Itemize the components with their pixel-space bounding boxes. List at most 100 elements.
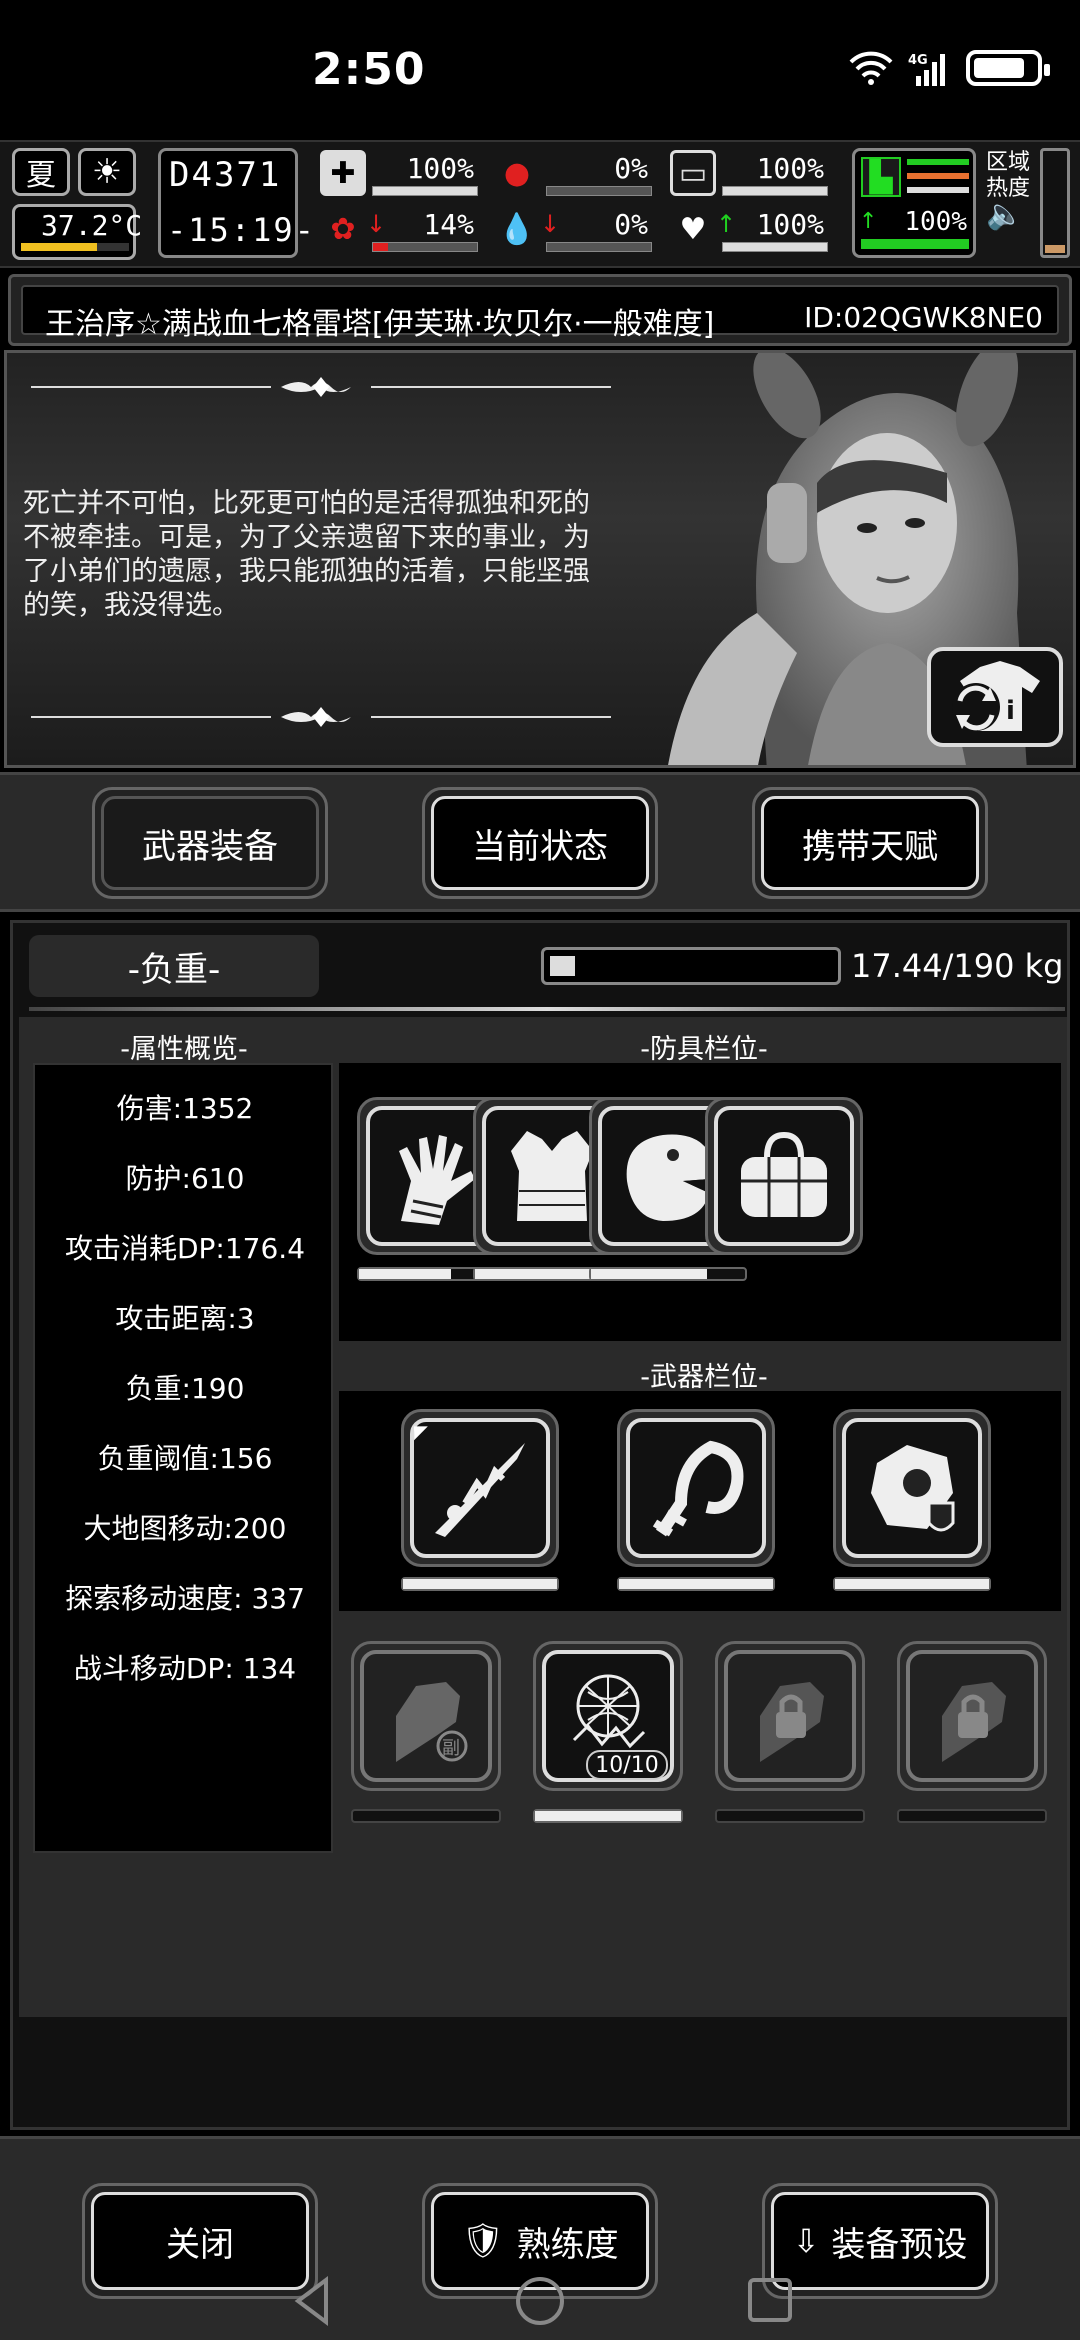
stamina-panel[interactable]: ▙ ↑ 100% (852, 148, 976, 258)
attr-map-move: 大地图移动:200 (83, 1512, 287, 1545)
weapon-slot-3[interactable] (833, 1409, 991, 1567)
bleeding-stat[interactable]: 💧 ↓ 0% (494, 206, 654, 256)
footer-actions: 关闭 🛡 熟练度 ⇩ 装备预设 (0, 2136, 1080, 2340)
spear-icon (435, 1443, 525, 1537)
close-button[interactable]: 关闭 (82, 2183, 318, 2299)
net-durability-bar (533, 1809, 683, 1823)
section-tabs: 武器装备 当前状态 携带天赋 (0, 772, 1080, 912)
game-screen: { "status_bar": {"time": "2:50", "networ… (0, 0, 1080, 2340)
outfit-swap-icon: i (952, 661, 1040, 731)
svg-text:i: i (1006, 696, 1015, 726)
svg-text:副: 副 (442, 1738, 460, 1759)
offhand-fist-icon: 副 (396, 1682, 468, 1762)
status-bar: 2:50 4G (0, 0, 1080, 140)
temperature-gauge: 37.2°C (12, 204, 142, 260)
proficiency-button[interactable]: 🛡 熟练度 (422, 2183, 658, 2299)
game-time: -15:19- (167, 211, 316, 249)
attributes-header: -属性概览- (120, 1034, 248, 1065)
weapon-slot-1[interactable]: ◤ (401, 1409, 559, 1567)
weapons-header: -武器栏位- (640, 1362, 768, 1393)
character-title: 王治序☆满战血七格雷塔[伊芙琳·坎贝尔·一般难度] (45, 307, 715, 342)
weapon-slots: ◤ (339, 1391, 1061, 1611)
stomach-icon: ● (503, 155, 531, 191)
attr-explore-speed: 探索移动速度: 337 (65, 1582, 305, 1615)
armor-durability-bar (589, 1267, 747, 1281)
attr-weight-threshold: 负重阈值:156 (97, 1442, 273, 1475)
sun-icon: ☀ (78, 148, 136, 196)
season-indicator: 夏 (12, 148, 70, 196)
region-heat-bar (1040, 148, 1070, 258)
character-quote: 死亡并不可怕，比死更可怕的是活得孤独和死的不被牵挂。可是，为了父亲遗留下来的事业… (23, 488, 590, 621)
armor-header: -防具栏位- (640, 1034, 768, 1065)
speaker-icon[interactable]: 🔈 (986, 200, 1034, 230)
survival-hud: 夏 ☀ 37.2°C D4371 -15:19- ✚ 100% ● 0% ▭ 1… (0, 140, 1080, 268)
cell-signal-icon: 4G (908, 53, 945, 86)
quantity-badge: 10/10 (586, 1750, 668, 1780)
attr-defense: 防护:610 (125, 1162, 245, 1195)
change-outfit-button[interactable]: i (927, 647, 1063, 747)
attr-attack-range: 攻击距离:3 (115, 1302, 255, 1335)
blood-drop-icon: 💧 (498, 211, 536, 247)
weight-value: 17.44/190 kg (851, 947, 1064, 985)
health-stat[interactable]: ✚ 100% (320, 150, 480, 200)
shield-armor-icon (871, 1445, 955, 1532)
quick-slots: 副 10/10 (339, 1623, 1061, 1851)
weapon-durability-bar (617, 1577, 775, 1591)
sanity-stat[interactable]: ✿ ↓ 14% (320, 206, 480, 256)
arrow-up-icon: ↑ (716, 210, 737, 238)
equipment-grid: -属性概览- -防具栏位- 伤害:1352 防护:610 攻击消耗DP:176.… (19, 1017, 1067, 2017)
attr-attack-dp: 攻击消耗DP:176.4 (64, 1232, 306, 1265)
boot-icon: ▙ (861, 157, 901, 197)
medal-icon: 🛡 (461, 2221, 505, 2261)
quick-slot-offhand[interactable]: 副 (351, 1641, 501, 1791)
weapon-durability-bar (401, 1577, 559, 1591)
tab-talents[interactable]: 携带天赋 (752, 787, 988, 899)
arrow-up-icon: ↑ (859, 209, 878, 234)
battery-icon (966, 50, 1050, 86)
quick-slot-locked[interactable] (715, 1641, 865, 1791)
attr-weight: 负重:190 (125, 1372, 245, 1405)
equipment-preset-button[interactable]: ⇩ 装备预设 (762, 2183, 998, 2299)
weight-bar (541, 947, 841, 985)
bone-whip-icon (652, 1440, 744, 1537)
hunger-stat[interactable]: ● 0% (494, 150, 654, 200)
attr-damage: 伤害:1352 (116, 1092, 254, 1125)
tab-weapons-equipment[interactable]: 武器装备 (92, 787, 328, 899)
day-value: D4371 (169, 155, 282, 195)
svg-text:4G: 4G (908, 53, 928, 68)
arrow-down-icon: ↓ (540, 210, 561, 238)
character-panel: 死亡并不可怕，比死更可怕的是活得孤独和死的不被牵挂。可是，为了父亲遗留下来的事业… (4, 350, 1076, 768)
weapon-durability-bar (833, 1577, 991, 1591)
arrow-down-icon: ↓ (366, 210, 387, 238)
duffel-bag-icon (741, 1131, 827, 1217)
armor-slots (339, 1063, 1061, 1341)
wifi-icon (849, 51, 893, 85)
stamina-value: 100% (904, 207, 967, 237)
weapon-slot-2[interactable] (617, 1409, 775, 1567)
attr-combat-move-dp: 战斗移动DP: 134 (73, 1652, 297, 1685)
thirst-stat[interactable]: ▭ 100% (670, 150, 830, 200)
attributes-list: 伤害:1352 防护:610 攻击消耗DP:176.4 攻击距离:3 负重:19… (33, 1063, 333, 1853)
quick-slot-locked[interactable] (897, 1641, 1047, 1791)
ornament-divider (31, 707, 611, 727)
weight-label: -负重- (29, 935, 319, 997)
ornament-divider (31, 377, 611, 397)
tab-current-status[interactable]: 当前状态 (422, 787, 658, 899)
armor-slot-bag[interactable] (705, 1097, 863, 1255)
region-heat-label: 区域热度 🔈 (986, 150, 1034, 230)
mood-stat[interactable]: ♥ ↑ 100% (670, 206, 830, 256)
day-counter: D4371 -15:19- (158, 148, 314, 258)
character-title-bar: 王治序☆满战血七格雷塔[伊芙琳·坎贝尔·一般难度] ID:02QGWK8NE0 (8, 274, 1072, 346)
locked-slot-icon (760, 1682, 824, 1762)
preset-download-icon: ⇩ (792, 2222, 820, 2260)
locked-slot-icon (942, 1682, 1006, 1762)
medkit-icon: ✚ (320, 150, 366, 196)
heart-icon: ♥ (679, 211, 707, 247)
brain-icon: ✿ (330, 211, 356, 247)
water-bottle-icon: ▭ (670, 150, 716, 196)
equipment-panel: -负重- 17.44/190 kg -属性概览- -防具栏位- 伤害:1352 … (10, 920, 1070, 2130)
temperature-value: 37.2°C (41, 209, 143, 242)
skill-badge-icon: ◤ (414, 1422, 428, 1443)
clock: 2:50 (312, 44, 426, 95)
quick-slot-net[interactable]: 10/10 (533, 1641, 683, 1791)
